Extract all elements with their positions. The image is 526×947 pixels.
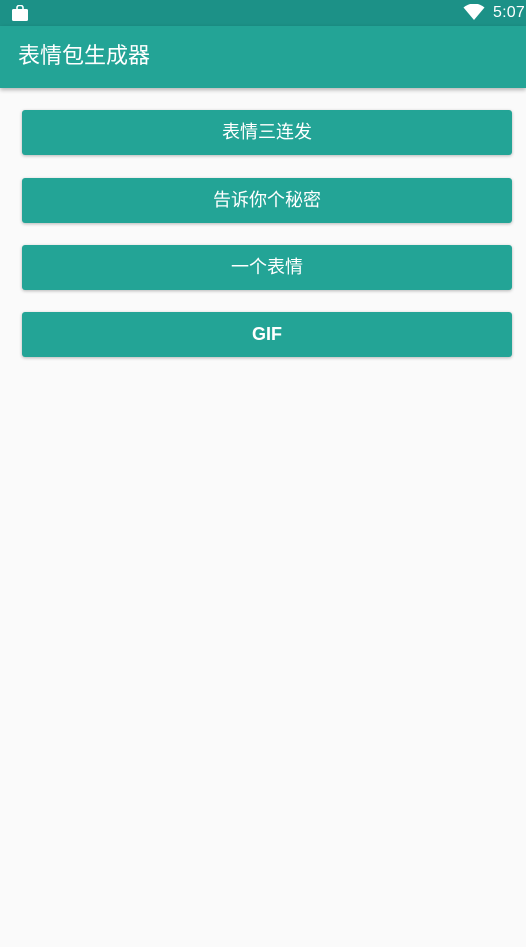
status-time: 5:07: [493, 4, 525, 21]
status-bar: 5:07: [0, 0, 526, 26]
app-screen: 5:07 表情包生成器 表情三连发 告诉你个秘密 一个表情 GIF: [0, 0, 526, 947]
single-emoji-button[interactable]: 一个表情: [22, 245, 512, 290]
gif-button[interactable]: GIF: [22, 312, 512, 357]
shopping-bag-icon: [12, 5, 28, 21]
wifi-icon: [463, 4, 485, 20]
main-content: 表情三连发 告诉你个秘密 一个表情 GIF: [0, 88, 526, 947]
tell-secret-button[interactable]: 告诉你个秘密: [22, 178, 512, 223]
app-title: 表情包生成器: [18, 44, 151, 69]
emoji-triple-button[interactable]: 表情三连发: [22, 110, 512, 155]
app-bar: 表情包生成器: [0, 26, 526, 88]
